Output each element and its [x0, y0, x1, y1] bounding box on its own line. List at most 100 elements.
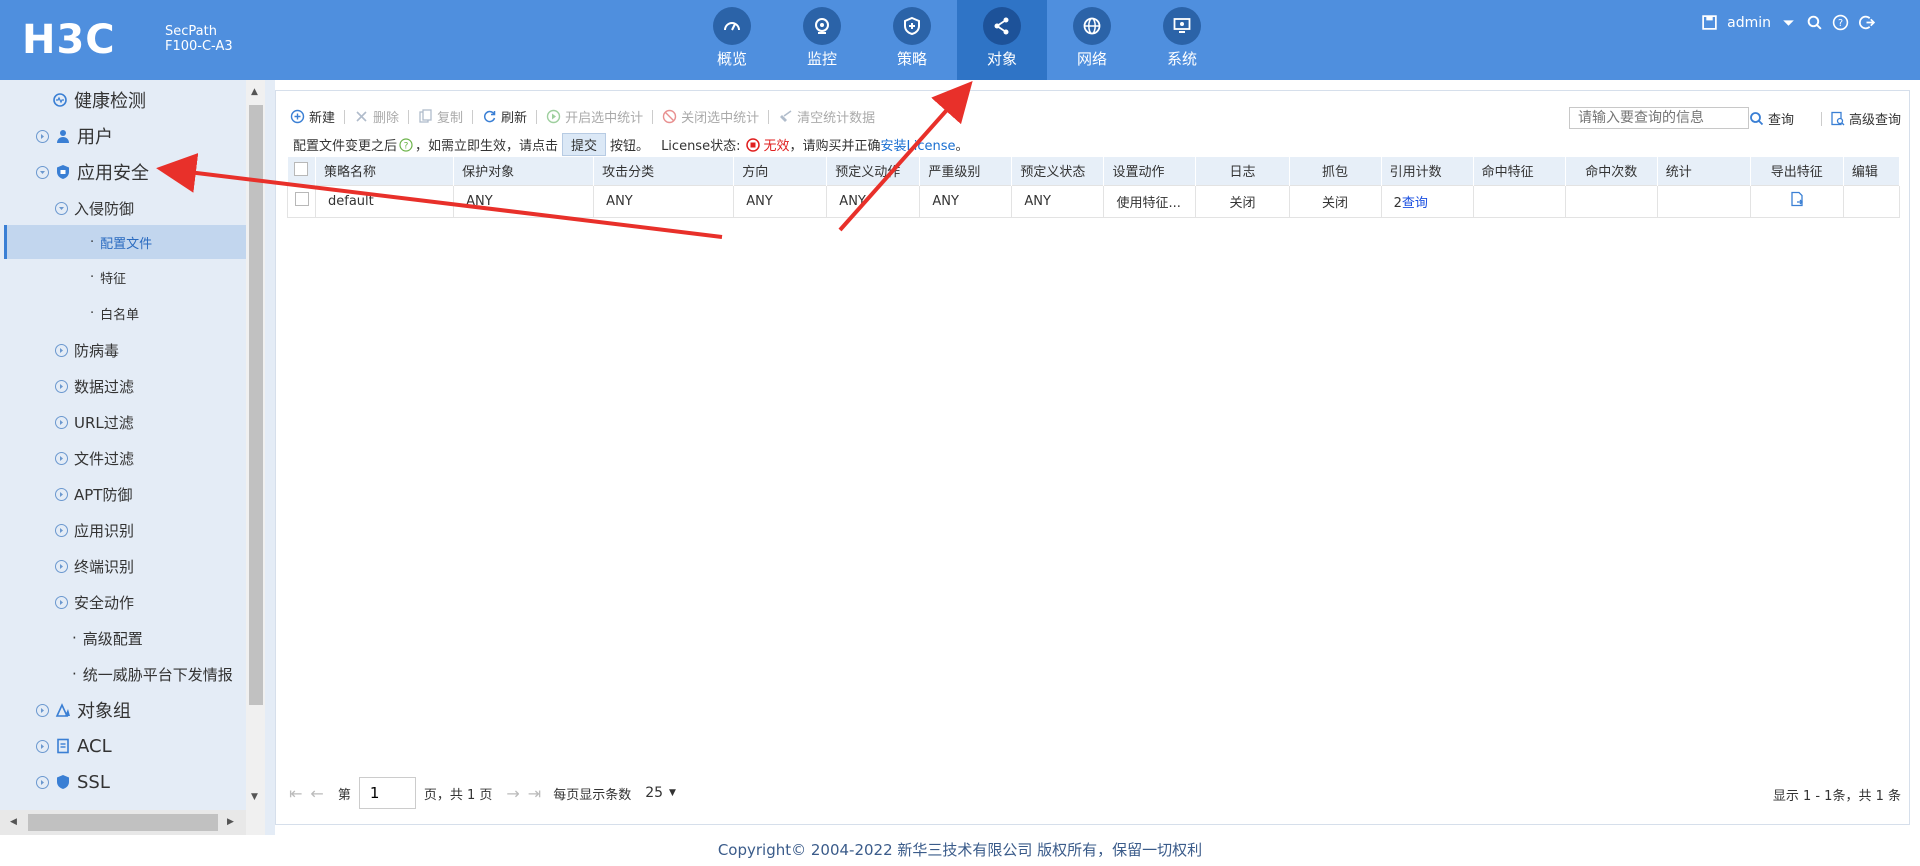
nav-network[interactable]: 网络 [1047, 0, 1137, 80]
sidebar-vertical-scrollbar[interactable]: ▲ ▼ [246, 80, 265, 835]
sidebar-item-advanced-config[interactable]: · 高级配置 [72, 626, 143, 650]
copy-button[interactable]: 复制 [418, 107, 463, 126]
expand-icon[interactable] [55, 415, 68, 429]
sidebar-item-signature[interactable]: · 特征 [90, 266, 126, 288]
logout-icon[interactable] [1858, 14, 1875, 31]
scroll-right-icon[interactable]: ▶ [227, 817, 234, 827]
column-header[interactable]: 设置动作 [1103, 157, 1197, 185]
install-license-link[interactable]: 安装License [880, 135, 955, 154]
column-header[interactable]: 命中次数 [1565, 157, 1658, 185]
column-header[interactable]: 引用计数 [1381, 157, 1474, 185]
per-page-select[interactable]: 25 [645, 785, 663, 801]
table-row[interactable]: default ANY ANY ANY ANY ANY ANY 使用特征... … [286, 184, 1901, 218]
row-checkbox-cell[interactable] [286, 184, 317, 218]
caret-down-icon[interactable] [1780, 14, 1797, 31]
sidebar-item-intrusion-prevention[interactable]: 入侵防御 [55, 196, 134, 220]
sidebar-horizontal-scrollbar[interactable]: ◀ ▶ [0, 810, 246, 835]
column-header[interactable]: 导出特征 [1750, 157, 1844, 185]
column-header[interactable]: 保护对象 [453, 157, 595, 185]
select-all-checkbox-cell[interactable] [287, 157, 317, 185]
sidebar-item-user[interactable]: 用户 [36, 123, 113, 149]
disable-stats-button[interactable]: 关闭选中统计 [662, 107, 759, 126]
refresh-button[interactable]: 刷新 [482, 107, 527, 126]
scroll-up-icon[interactable]: ▲ [251, 87, 258, 97]
search-icon[interactable] [1806, 14, 1823, 31]
sidebar-item-apt-defense[interactable]: APT防御 [55, 482, 132, 506]
column-header[interactable]: 预定义状态 [1011, 157, 1105, 185]
sidebar-item-health-check[interactable]: 健康检测 [52, 87, 146, 113]
sidebar-item-threat-intel[interactable]: · 统一威胁平台下发情报 [72, 662, 233, 686]
sidebar-item-profile[interactable]: · 配置文件 [4, 225, 246, 259]
delete-button[interactable]: 删除 [354, 107, 399, 126]
column-header[interactable]: 预定义动作 [826, 157, 921, 185]
new-button[interactable]: 新建 [290, 107, 335, 126]
column-header[interactable]: 抓包 [1289, 157, 1382, 185]
scrollbar-thumb[interactable] [249, 105, 263, 705]
expand-icon[interactable] [55, 379, 68, 393]
clear-stats-button[interactable]: 清空统计数据 [778, 107, 875, 126]
collapse-icon[interactable] [36, 165, 49, 179]
expand-icon[interactable] [36, 703, 49, 717]
nav-monitor[interactable]: 监控 [777, 0, 867, 80]
expand-icon[interactable] [55, 451, 68, 465]
advanced-search-button[interactable]: 高级查询 [1820, 109, 1901, 128]
expand-icon[interactable] [55, 487, 68, 501]
next-page-icon[interactable]: → [506, 784, 519, 803]
expand-icon[interactable] [55, 343, 68, 357]
h3c-logo[interactable]: H3C [22, 20, 116, 60]
column-header[interactable]: 方向 [733, 157, 828, 185]
sidebar-item-data-filter[interactable]: 数据过滤 [55, 374, 134, 398]
column-header[interactable]: 策略名称 [315, 157, 455, 185]
sidebar-item-security-action[interactable]: 安全动作 [55, 590, 134, 614]
scrollbar-thumb[interactable] [28, 814, 218, 831]
submit-button[interactable]: 提交 [562, 133, 607, 156]
search-input[interactable] [1569, 107, 1749, 129]
panel-splitter[interactable] [265, 80, 275, 835]
sidebar-item-app-security[interactable]: 应用安全 [36, 159, 149, 185]
enable-stats-button[interactable]: 开启选中统计 [546, 107, 643, 126]
save-icon[interactable] [1701, 14, 1718, 31]
scroll-down-icon[interactable]: ▼ [251, 792, 258, 802]
column-header[interactable]: 攻击分类 [593, 157, 735, 185]
expand-icon[interactable] [55, 523, 68, 537]
user-menu[interactable]: admin [1727, 15, 1771, 31]
prev-page-icon[interactable]: ← [310, 784, 323, 803]
expand-icon[interactable] [55, 595, 68, 609]
sidebar-item-app-identify[interactable]: 应用识别 [55, 518, 134, 542]
column-header[interactable]: 统计 [1657, 157, 1751, 185]
select-all-checkbox[interactable] [294, 161, 309, 176]
sidebar-item-object-group[interactable]: 对象组 [36, 697, 131, 723]
first-page-icon[interactable]: ⇤ [289, 784, 302, 803]
expand-icon[interactable] [36, 739, 49, 753]
expand-icon[interactable] [55, 559, 68, 573]
page-number-input[interactable] [358, 777, 416, 809]
sidebar-item-file-filter[interactable]: 文件过滤 [55, 446, 134, 470]
ref-query-link[interactable]: 查询 [1402, 196, 1428, 211]
column-header[interactable]: 日志 [1195, 157, 1290, 185]
collapse-icon[interactable] [55, 201, 68, 215]
nav-overview[interactable]: 概览 [687, 0, 777, 80]
column-header[interactable]: 严重级别 [919, 157, 1013, 185]
expand-icon[interactable] [36, 775, 49, 789]
column-header[interactable]: 编辑 [1843, 157, 1901, 185]
sidebar-item-terminal-identify[interactable]: 终端识别 [55, 554, 134, 578]
nav-system[interactable]: 系统 [1137, 0, 1227, 80]
search-button[interactable]: 查询 [1749, 109, 1794, 128]
column-header[interactable]: 命中特征 [1473, 157, 1566, 185]
sidebar-item-url-filter[interactable]: URL过滤 [55, 410, 134, 434]
help-icon[interactable]: ? [1832, 14, 1849, 31]
help-icon[interactable]: ? [399, 137, 413, 152]
nav-policy[interactable]: 策略 [867, 0, 957, 80]
caret-down-icon[interactable]: ▼ [669, 788, 676, 798]
row-checkbox[interactable] [294, 192, 309, 206]
sidebar-item-whitelist[interactable]: · 白名单 [90, 302, 139, 324]
sidebar-item-antivirus[interactable]: 防病毒 [55, 338, 119, 362]
nav-object[interactable]: 对象 [957, 0, 1047, 80]
expand-icon[interactable] [36, 129, 49, 143]
last-page-icon[interactable]: ⇥ [528, 784, 541, 803]
scroll-left-icon[interactable]: ◀ [10, 817, 17, 827]
sidebar-item-ssl[interactable]: SSL [36, 769, 110, 795]
sidebar-item-acl[interactable]: ACL [36, 733, 112, 759]
export-icon[interactable] [1789, 191, 1805, 207]
cell-edit[interactable] [1842, 184, 1901, 218]
